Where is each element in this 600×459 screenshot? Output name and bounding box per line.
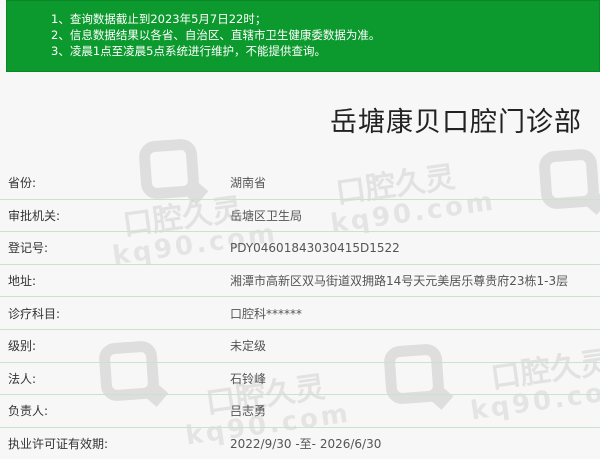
page-title: 岳塘康贝口腔门诊部 <box>330 107 582 138</box>
table-row-legal-person: 法人: 石铃峰 <box>0 363 600 396</box>
row-value: 口腔科****** <box>230 306 303 321</box>
table-row-manager: 负责人: 吕志勇 <box>0 395 600 428</box>
row-value: PDY04601843030415D1522 <box>230 240 400 255</box>
row-value: 石铃峰 <box>230 371 267 386</box>
table-row-level: 级别: 未定级 <box>0 330 600 363</box>
row-value: 湘潭市高新区双马街道双拥路14号天元美居乐尊贵府23栋1-3层 <box>230 274 569 289</box>
row-label: 负责人: <box>8 404 49 419</box>
notice-line: 1、查询数据截止到2023年5月7日22时； <box>51 12 267 26</box>
row-value: 未定级 <box>230 339 267 354</box>
row-label: 执业许可证有效期: <box>8 437 109 452</box>
table-row-registration: 登记号: PDY04601843030415D1522 <box>0 232 600 265</box>
table-row-province: 省份: 湖南省 <box>0 167 600 200</box>
table-row-departments: 诊疗科目: 口腔科****** <box>0 297 600 330</box>
row-label: 审批机关: <box>8 208 61 223</box>
row-label: 法人: <box>8 371 37 386</box>
notice-line: 2、信息数据结果以各省、自治区、直辖市卫生健康委数据为准。 <box>51 28 381 42</box>
row-value: 2022/9/30 -至- 2026/6/30 <box>230 437 382 452</box>
row-label: 地址: <box>8 274 37 289</box>
notice-banner: 1、查询数据截止到2023年5月7日22时； 2、信息数据结果以各省、自治区、直… <box>6 0 600 72</box>
row-label: 诊疗科目: <box>8 306 61 321</box>
info-table: 省份: 湖南省 审批机关: 岳塘区卫生局 登记号: PDY04601843030… <box>0 167 600 459</box>
notice-line: 3、凌晨1点至凌晨5点系统进行维护，不能提供查询。 <box>51 44 326 58</box>
row-label: 级别: <box>8 339 37 354</box>
table-row-license-validity: 执业许可证有效期: 2022/9/30 -至- 2026/6/30 <box>0 428 600 459</box>
table-row-address: 地址: 湘潭市高新区双马街道双拥路14号天元美居乐尊贵府23栋1-3层 <box>0 265 600 298</box>
table-row-authority: 审批机关: 岳塘区卫生局 <box>0 200 600 233</box>
row-value: 湖南省 <box>230 176 267 191</box>
row-label: 省份: <box>8 176 37 191</box>
row-label: 登记号: <box>8 241 49 256</box>
row-value: 吕志勇 <box>230 404 267 419</box>
row-value: 岳塘区卫生局 <box>230 208 303 223</box>
